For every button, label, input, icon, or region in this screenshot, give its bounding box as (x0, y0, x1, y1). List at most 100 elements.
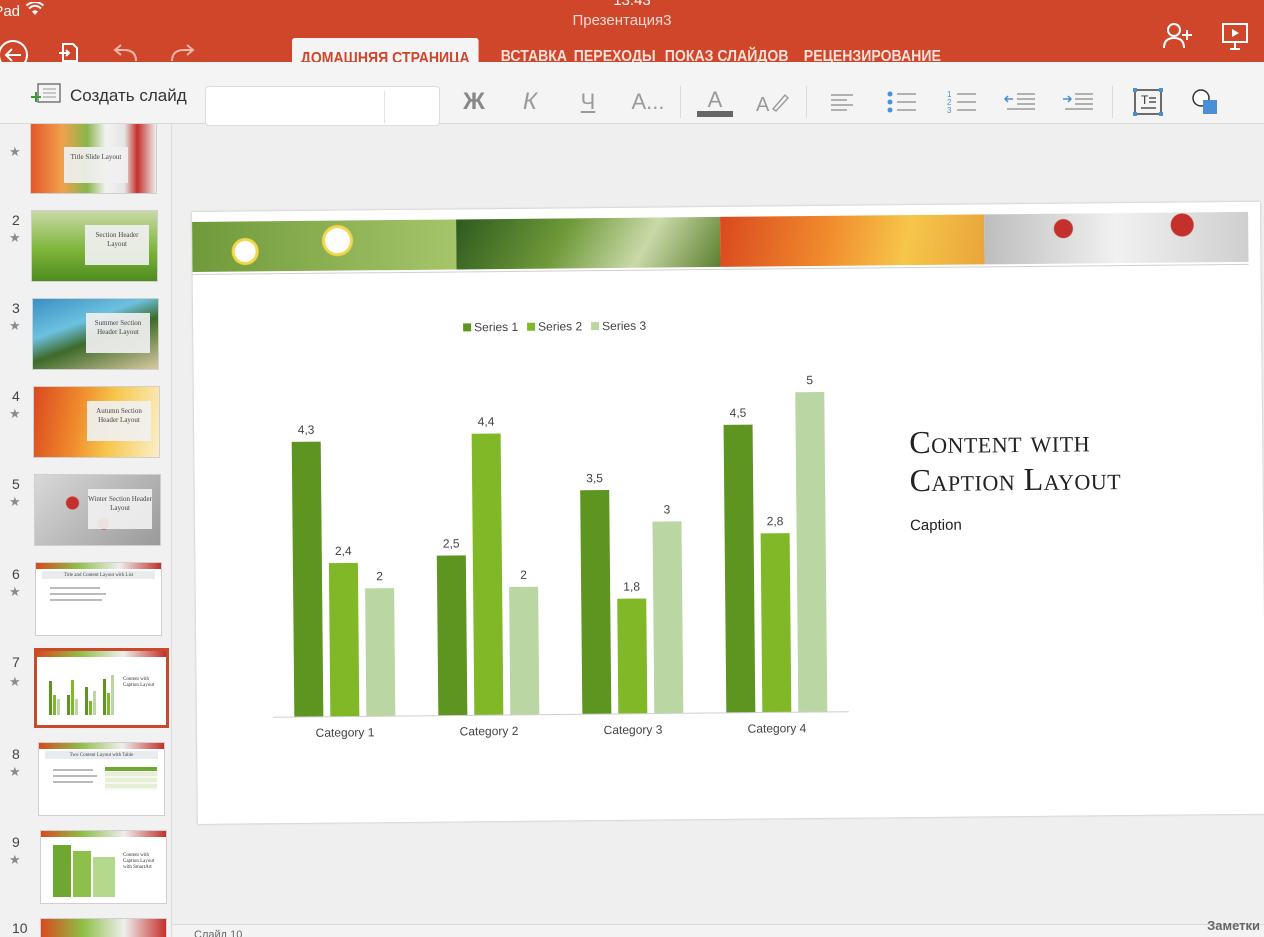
slide-caption: Two Content Layout with Table (45, 751, 158, 759)
present-icon[interactable] (1218, 20, 1252, 52)
chart-bar (795, 391, 828, 713)
bar-value-label: 2,4 (335, 544, 352, 558)
chart-bar (723, 424, 756, 713)
font-selector[interactable] (205, 86, 440, 126)
document-title: Презентация3 (572, 12, 672, 29)
table-header (105, 767, 157, 771)
increase-indent-icon[interactable] (1060, 84, 1096, 120)
legend-label: Series 1 (474, 320, 518, 334)
bar-value-label: 2 (376, 569, 383, 583)
italic-button[interactable]: К (514, 84, 546, 120)
bar-value-label: 3,5 (586, 471, 603, 485)
notes-button[interactable]: Заметки (1207, 918, 1260, 933)
slide-caption: Content with Caption Layout with SmartAr… (123, 853, 155, 870)
ribbon-divider (1112, 86, 1113, 118)
slide-number: 2 (12, 212, 20, 228)
decrease-indent-icon[interactable] (1002, 84, 1038, 120)
slide-caption: Summer Section Header Layout (86, 313, 150, 353)
mini-bar (67, 695, 70, 715)
bar-value-label: 4,4 (478, 415, 495, 429)
slide-thumbnail-panel[interactable]: 1 ★ Title Slide Layout 2 ★ Section Heade… (0, 124, 172, 937)
slide-number: 10 (12, 920, 28, 936)
bar-value-label: 1,8 (623, 580, 640, 594)
shapes-icon[interactable] (1188, 84, 1224, 120)
mini-bar (75, 699, 78, 715)
chart-bar (365, 588, 396, 717)
banner-autumn-leaves (720, 214, 985, 267)
text-box-icon[interactable]: T (1130, 84, 1166, 120)
slide-banner (39, 743, 164, 749)
category-label: Category 3 (604, 723, 663, 738)
star-icon: ★ (9, 764, 21, 779)
font-color-swatch (697, 111, 733, 117)
slide-caption: Winter Section Header Layout (88, 489, 152, 529)
legend-swatch (463, 323, 472, 332)
text-line (50, 599, 102, 601)
new-slide-label: Создать слайд (70, 85, 187, 105)
more-font-options-button[interactable]: А... (628, 84, 668, 120)
text-line (53, 775, 97, 777)
bold-button[interactable]: Ж (458, 84, 490, 120)
slide-banner (36, 563, 161, 569)
slide-number: 7 (12, 654, 20, 670)
mini-bar (93, 691, 96, 715)
slide-number: 8 (12, 746, 20, 762)
new-slide-button[interactable]: Создать слайд (30, 80, 187, 111)
slide-title[interactable]: Content with Caption Layout (909, 421, 1121, 499)
bar-value-label: 3 (663, 502, 670, 516)
add-person-icon[interactable] (1160, 20, 1196, 52)
slide-number: 5 (12, 476, 20, 492)
status-footer (172, 924, 1264, 937)
legend-swatch (591, 322, 600, 331)
chart-bar (436, 555, 468, 716)
font-size-divider (384, 91, 385, 123)
slide-preview: Summer Section Header Layout (32, 298, 159, 370)
star-icon: ★ (9, 318, 21, 333)
chart-bar (328, 562, 360, 717)
underline-button[interactable]: Ч (572, 84, 604, 120)
star-icon: ★ (9, 852, 21, 867)
slide-caption-text[interactable]: Caption (910, 517, 962, 534)
bar-value-label: 2 (520, 568, 527, 582)
slide-preview: Autumn Section Header Layout (33, 386, 160, 458)
bar-chart[interactable]: Series 1 Series 2 Series 3 4,3 2,4 2 Category … (253, 286, 867, 742)
slide-number: 3 (12, 300, 20, 316)
banner-palms (456, 216, 721, 270)
mini-bar (71, 680, 74, 715)
slide-preview (40, 918, 167, 937)
highlight-icon[interactable]: A (754, 84, 790, 120)
mini-bar (85, 687, 88, 715)
slide-title-line-1: Content with (909, 422, 1091, 461)
category-label: Category 2 (460, 724, 519, 739)
slide-preview: Title and Content Layout with List (35, 562, 162, 636)
legend-swatch (527, 322, 536, 331)
text-line (53, 769, 93, 771)
bar-value-label: 4,5 (730, 406, 747, 420)
bullet-list-icon[interactable] (884, 84, 920, 120)
status-time: 13:43 (613, 0, 651, 9)
smartart-block (73, 851, 91, 897)
align-left-icon[interactable] (826, 84, 858, 120)
slide-caption: Section Header Layout (85, 225, 149, 265)
slide-caption: Autumn Section Header Layout (87, 401, 151, 441)
chart-bar (617, 598, 648, 714)
slide-preview: Content with Caption Layout with SmartAr… (40, 830, 167, 904)
slide-title-line-2: Caption Layout (909, 460, 1122, 499)
category-label: Category 1 (316, 725, 375, 740)
legend-label: Series 2 (538, 319, 582, 333)
slide-preview: Section Header Layout (31, 210, 158, 282)
smartart-block (93, 857, 115, 897)
font-color-button[interactable]: А (696, 84, 734, 120)
mini-bar (53, 695, 56, 715)
mini-bar (111, 675, 114, 715)
ribbon-toolbar: Создать слайд Ж К Ч А... А A 123 T (0, 62, 1264, 126)
bar-value-label: 2,5 (443, 536, 460, 550)
slide-preview: Content with Caption Layout (34, 648, 169, 728)
slide-preview: Winter Section Header Layout (34, 474, 161, 546)
bar-value-label: 5 (806, 373, 813, 387)
slide-canvas[interactable]: Series 1 Series 2 Series 3 4,3 2,4 2 Category … (192, 201, 1264, 824)
chart-bar (760, 533, 792, 713)
numbered-list-icon[interactable]: 123 (944, 84, 980, 120)
smartart-block (53, 845, 71, 897)
chart-bar (291, 441, 324, 718)
